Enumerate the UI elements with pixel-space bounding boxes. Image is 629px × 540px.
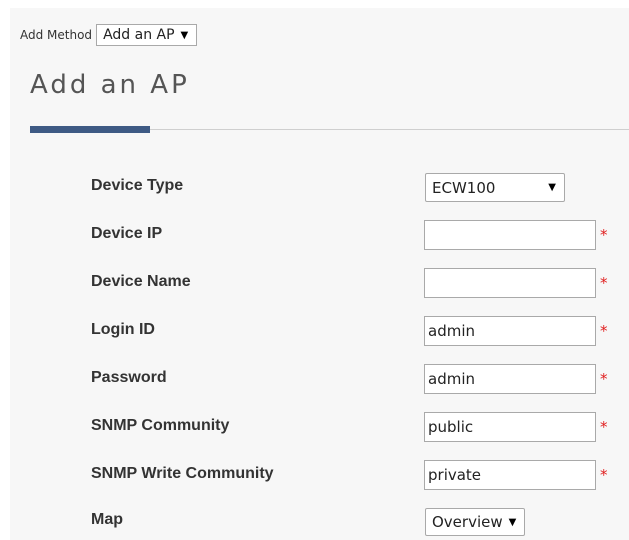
- snmp-community-label: SNMP Community: [91, 417, 230, 434]
- required-marker: *: [600, 418, 608, 436]
- required-marker: *: [600, 322, 608, 340]
- title-accent-bar: [30, 126, 150, 133]
- device-name-input[interactable]: [424, 268, 596, 298]
- required-marker: *: [600, 226, 608, 244]
- add-method-label: Add Method: [20, 28, 93, 42]
- device-ip-row: Device IP *: [0, 218, 629, 252]
- map-row: Map Overview ▼: [0, 504, 629, 538]
- password-row: Password *: [0, 362, 629, 396]
- chevron-down-icon: ▼: [548, 182, 556, 193]
- snmp-write-community-label: SNMP Write Community: [91, 465, 274, 482]
- required-marker: *: [600, 274, 608, 292]
- page-title: Add an AP: [30, 70, 190, 100]
- snmp-write-community-input[interactable]: [424, 460, 596, 490]
- snmp-community-row: SNMP Community *: [0, 410, 629, 444]
- add-method-bar: Add Method Add an AP ▼: [20, 24, 198, 46]
- device-name-label: Device Name: [91, 273, 191, 290]
- chevron-down-icon: ▼: [180, 29, 189, 41]
- device-name-row: Device Name *: [0, 266, 629, 300]
- map-label: Map: [91, 511, 123, 528]
- login-id-label: Login ID: [91, 321, 155, 338]
- device-ip-input[interactable]: [424, 220, 596, 250]
- password-label: Password: [91, 369, 167, 386]
- login-id-row: Login ID *: [0, 314, 629, 348]
- snmp-community-input[interactable]: [424, 412, 596, 442]
- password-input[interactable]: [424, 364, 596, 394]
- map-selected-value: Overview: [432, 513, 503, 531]
- device-type-row: Device Type ECW100 ▼: [0, 170, 629, 204]
- device-type-select[interactable]: ECW100 ▼: [425, 173, 565, 202]
- add-method-selected-value: Add an AP: [103, 27, 175, 43]
- device-type-label: Device Type: [91, 177, 184, 194]
- required-marker: *: [600, 466, 608, 484]
- map-select[interactable]: Overview ▼: [425, 508, 526, 536]
- device-ip-label: Device IP: [91, 225, 163, 242]
- snmp-write-community-row: SNMP Write Community *: [0, 458, 629, 492]
- device-type-selected-value: ECW100: [432, 178, 496, 197]
- chevron-down-icon: ▼: [508, 516, 517, 528]
- add-method-select[interactable]: Add an AP ▼: [96, 24, 198, 46]
- login-id-input[interactable]: [424, 316, 596, 346]
- title-divider: [150, 129, 629, 130]
- required-marker: *: [600, 370, 608, 388]
